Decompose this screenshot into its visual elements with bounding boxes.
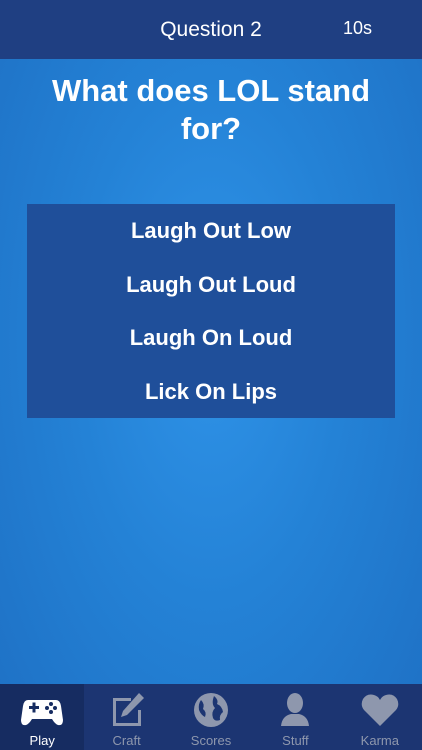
answer-option-2[interactable]: Laugh Out Loud (27, 258, 395, 312)
tab-karma[interactable]: Karma (338, 684, 422, 750)
pencil-icon (112, 693, 144, 726)
gamepad-icon (21, 700, 64, 726)
globe-icon (194, 693, 229, 727)
tab-craft-label: Craft (112, 733, 141, 748)
answer-option-3[interactable]: Laugh On Loud (27, 311, 395, 365)
tab-scores[interactable]: Scores (169, 684, 253, 750)
tab-scores-label: Scores (190, 733, 232, 748)
header-bar: Question 2 10s (0, 0, 422, 59)
person-icon (281, 693, 310, 726)
tab-craft[interactable]: Craft (84, 684, 168, 750)
question-text: What does LOL stand for? (51, 73, 371, 146)
tab-play[interactable]: Play (0, 684, 85, 750)
tab-karma-label: Karma (360, 733, 399, 748)
answer-option-4[interactable]: Lick On Lips (27, 365, 395, 419)
tab-play-label: Play (29, 733, 55, 748)
quiz-screen: Question 2 10s What does LOL stand for? … (0, 0, 422, 750)
countdown-timer: 10s (342, 18, 372, 38)
answer-list: Laugh Out Low Laugh Out Loud Laugh On Lo… (27, 204, 395, 418)
heart-icon (361, 694, 399, 726)
answer-option-1[interactable]: Laugh Out Low (27, 204, 395, 258)
tab-stuff-label: Stuff (282, 733, 309, 748)
tab-bar: Play Craft Scores Stuff Karma (0, 684, 422, 750)
tab-stuff[interactable]: Stuff (253, 684, 337, 750)
